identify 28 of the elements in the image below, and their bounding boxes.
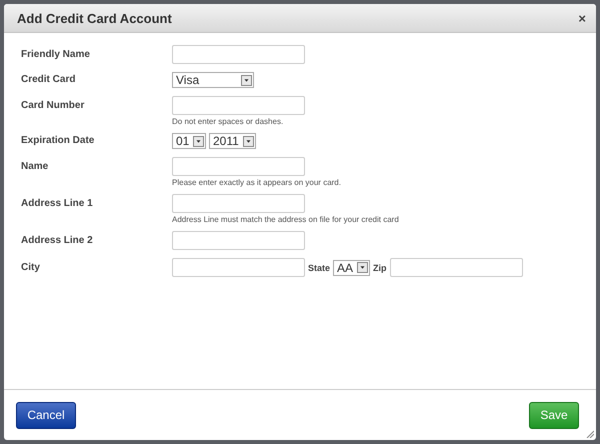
input-field[interactable] — [390, 258, 523, 277]
close-button[interactable]: × — [578, 10, 586, 26]
hint-text: Please enter exactly as it appears on your card. — [172, 178, 341, 187]
field-label: Address Line 2 — [21, 234, 94, 246]
dropdown[interactable]: 2011 — [209, 133, 256, 149]
dialog-title: Add Credit Card Account — [17, 10, 172, 26]
dropdown[interactable]: AA — [333, 260, 370, 276]
field-label: Zip — [373, 262, 387, 272]
input-field[interactable] — [172, 157, 305, 176]
input-field[interactable] — [172, 258, 305, 277]
dropdown[interactable]: Visa — [172, 72, 254, 88]
field-label: Address Line 1 — [21, 197, 94, 209]
hint-text: Address Line must match the address on file for your credit card — [172, 215, 399, 224]
input-field[interactable] — [172, 96, 305, 115]
field-label: State — [308, 262, 330, 272]
cancel-button[interactable]: Cancel — [16, 402, 76, 428]
field-label: Expiration Date — [21, 134, 96, 146]
input-field[interactable] — [172, 45, 305, 64]
field-label: Name — [21, 160, 50, 172]
field-label: City — [21, 261, 41, 273]
dropdown[interactable]: 01 — [172, 133, 206, 149]
resize-grip-icon[interactable] — [586, 430, 594, 438]
field-label: Card Number — [21, 99, 86, 111]
input-field[interactable] — [172, 231, 305, 250]
field-label: Friendly Name — [21, 48, 91, 60]
field-label: Credit Card — [21, 73, 76, 85]
input-field[interactable] — [172, 194, 305, 213]
hint-text: Do not enter spaces or dashes. — [172, 117, 284, 126]
